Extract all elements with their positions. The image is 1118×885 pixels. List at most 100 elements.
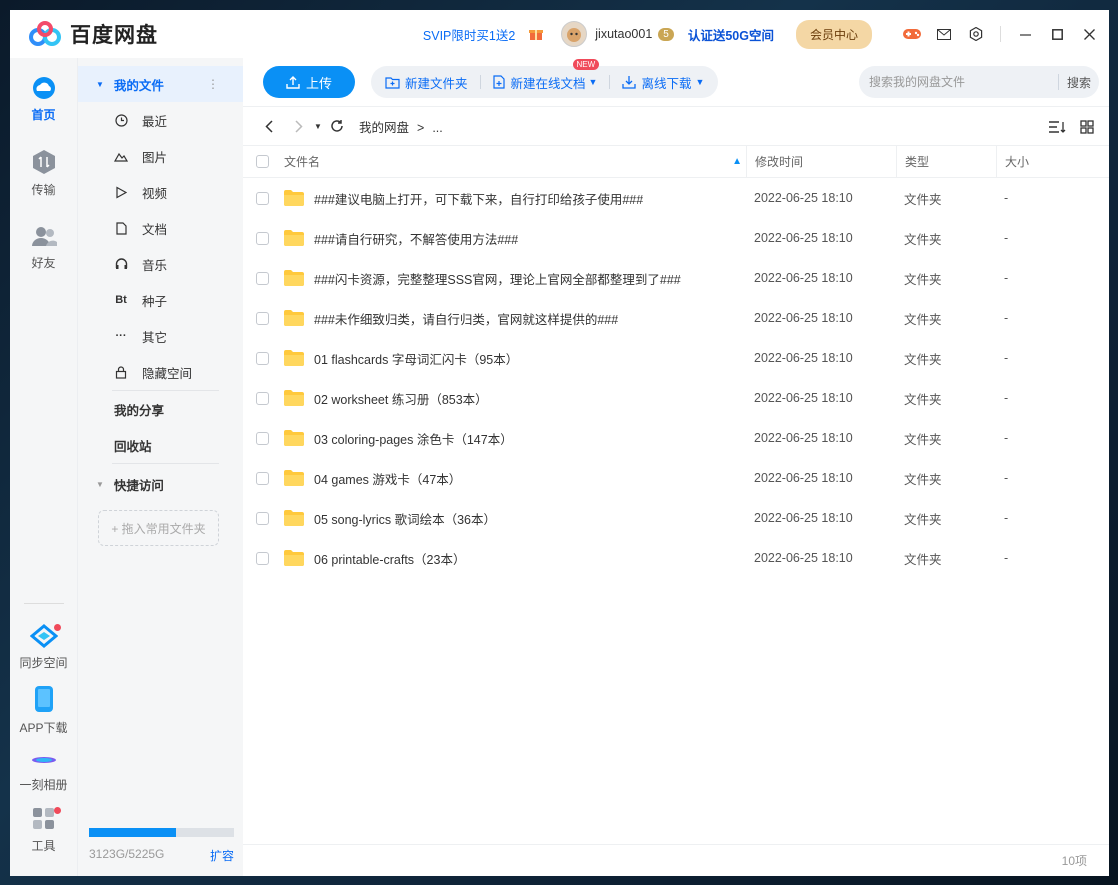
breadcrumb-more[interactable]: ... [432, 121, 442, 135]
sort-ascending-icon[interactable]: ▲ [732, 156, 742, 167]
file-name[interactable]: ###未作细致归类，请自行归类，官网就这样提供的### [314, 309, 618, 328]
search-input[interactable] [859, 75, 1058, 89]
select-all-checkbox[interactable] [256, 155, 269, 168]
row-checkbox[interactable] [256, 511, 269, 525]
row-checkbox[interactable] [256, 351, 269, 365]
column-header-name[interactable]: 文件名 ▲ [284, 146, 746, 178]
more-vertical-icon[interactable]: ⋮ [207, 77, 219, 91]
table-row[interactable]: ###建议电脑上打开，可下载下来，自行打印给孩子使用### 2022-06-25 … [243, 178, 1109, 218]
file-name-cell[interactable]: ###请自行研究，不解答使用方法### [284, 229, 746, 248]
minimize-button[interactable] [1009, 10, 1041, 58]
sidebar-item-documents[interactable]: 文档 [78, 210, 243, 246]
table-row[interactable]: ###请自行研究，不解答使用方法### 2022-06-25 18:10 文件夹 - [243, 218, 1109, 258]
file-name[interactable]: 03 coloring-pages 涂色卡（147本） [314, 429, 513, 448]
rail-sync-space[interactable]: 同步空间 [10, 624, 77, 671]
sidebar-item-hidden-space[interactable]: 隐藏空间 [78, 354, 243, 390]
file-name[interactable]: ###闪卡资源，完整整理SSS官网，理论上官网全部都整理到了### [314, 269, 681, 288]
settings-gear-icon[interactable] [960, 10, 992, 58]
sidebar-item-my-share[interactable]: 我的分享 [78, 391, 243, 427]
file-name-cell[interactable]: 01 flashcards 字母词汇闪卡（95本） [284, 349, 746, 368]
avatar[interactable] [561, 21, 588, 47]
gift-icon[interactable] [529, 27, 544, 41]
modified-time: 2022-06-25 18:10 [754, 551, 853, 565]
quick-access-drop-zone[interactable]: + 拖入常用文件夹 [98, 510, 219, 546]
file-name[interactable]: 06 printable-crafts（23本） [314, 549, 465, 568]
grid-view-icon[interactable] [1075, 115, 1099, 139]
chevron-down-icon[interactable]: ▼ [589, 77, 598, 87]
sidebar-item-music[interactable]: 音乐 [78, 246, 243, 282]
maximize-button[interactable] [1041, 10, 1073, 58]
close-button[interactable] [1073, 10, 1105, 58]
chevron-down-icon[interactable]: ▼ [695, 77, 704, 87]
row-checkbox[interactable] [256, 551, 269, 565]
caret-down-icon[interactable]: ▼ [96, 80, 104, 89]
rail-album[interactable]: 一刻相册 [10, 750, 77, 793]
username[interactable]: jixutao001 [595, 27, 652, 41]
file-name[interactable]: ###请自行研究，不解答使用方法### [314, 229, 518, 248]
offline-download-button[interactable]: 离线下载 ▼ [622, 73, 704, 92]
sidebar-item-torrents[interactable]: Bt 种子 [78, 282, 243, 318]
mail-icon[interactable] [928, 10, 960, 58]
row-checkbox[interactable] [256, 231, 269, 245]
game-icon[interactable] [896, 10, 928, 58]
table-row[interactable]: 03 coloring-pages 涂色卡（147本） 2022-06-25 18… [243, 418, 1109, 458]
row-checkbox[interactable] [256, 271, 269, 285]
rail-transfer[interactable]: 传输 [10, 149, 77, 198]
expand-storage-link[interactable]: 扩容 [210, 847, 234, 864]
row-checkbox[interactable] [256, 471, 269, 485]
forward-button[interactable] [287, 114, 311, 138]
rail-tools[interactable]: 工具 [10, 807, 77, 854]
search-button[interactable]: 搜索 [1059, 74, 1099, 91]
new-folder-button[interactable]: 新建文件夹 [385, 73, 468, 92]
table-row[interactable]: ###未作细致归类，请自行归类，官网就这样提供的### 2022-06-25 18… [243, 298, 1109, 338]
sidebar-item-other[interactable]: ··· 其它 [78, 318, 243, 354]
table-row[interactable]: 05 song-lyrics 歌词绘本（36本） 2022-06-25 18:10… [243, 498, 1109, 538]
table-row[interactable]: ###闪卡资源，完整整理SSS官网，理论上官网全部都整理到了### 2022-06… [243, 258, 1109, 298]
table-row[interactable]: 04 games 游戏卡（47本） 2022-06-25 18:10 文件夹 - [243, 458, 1109, 498]
sidebar-my-files[interactable]: ▼ 我的文件 ⋮ [78, 66, 243, 102]
file-size: - [1004, 311, 1009, 325]
table-row[interactable]: 02 worksheet 练习册（853本） 2022-06-25 18:10 文件… [243, 378, 1109, 418]
file-name-cell[interactable]: 04 games 游戏卡（47本） [284, 469, 746, 488]
verify-promo-link[interactable]: 认证送50G空间 [688, 25, 774, 44]
row-checkbox[interactable] [256, 191, 269, 205]
column-header-time[interactable]: 修改时间 [746, 145, 896, 178]
file-name-cell[interactable]: 05 song-lyrics 歌词绘本（36本） [284, 509, 746, 528]
refresh-button[interactable] [325, 114, 349, 138]
sidebar-quick-access[interactable]: ▼ 快捷访问 [78, 464, 243, 504]
file-name-cell[interactable]: ###建议电脑上打开，可下载下来，自行打印给孩子使用### [284, 189, 746, 208]
column-header-type[interactable]: 类型 [896, 145, 996, 178]
row-checkbox[interactable] [256, 311, 269, 325]
back-button[interactable] [257, 114, 281, 138]
row-checkbox[interactable] [256, 431, 269, 445]
rail-home[interactable]: 首页 [10, 76, 77, 123]
file-name-cell[interactable]: 02 worksheet 练习册（853本） [284, 389, 746, 408]
file-name[interactable]: ###建议电脑上打开，可下载下来，自行打印给孩子使用### [314, 189, 643, 208]
column-header-size[interactable]: 大小 [996, 145, 1086, 178]
vip-center-button[interactable]: 会员中心 [795, 19, 872, 49]
rail-friends[interactable]: 好友 [10, 224, 77, 271]
file-name-cell[interactable]: ###未作细致归类，请自行归类，官网就这样提供的### [284, 309, 746, 328]
sidebar-item-images[interactable]: 图片 [78, 138, 243, 174]
table-row[interactable]: 06 printable-crafts（23本） 2022-06-25 18:10… [243, 538, 1109, 578]
history-dropdown-icon[interactable]: ▼ [311, 114, 325, 138]
rail-app-download[interactable]: APP下载 [10, 685, 77, 736]
file-name[interactable]: 02 worksheet 练习册（853本） [314, 389, 488, 408]
file-name-cell[interactable]: 03 coloring-pages 涂色卡（147本） [284, 429, 746, 448]
upload-button[interactable]: 上传 [263, 66, 355, 98]
file-name-cell[interactable]: 06 printable-crafts（23本） [284, 549, 746, 568]
caret-down-icon[interactable]: ▼ [96, 480, 104, 489]
file-name[interactable]: 01 flashcards 字母词汇闪卡（95本） [314, 349, 518, 368]
svip-promo-link[interactable]: SVIP限时买1送2 [423, 25, 515, 44]
file-name[interactable]: 05 song-lyrics 歌词绘本（36本） [314, 509, 496, 528]
table-row[interactable]: 01 flashcards 字母词汇闪卡（95本） 2022-06-25 18:1… [243, 338, 1109, 378]
sidebar-item-videos[interactable]: 视频 [78, 174, 243, 210]
file-name[interactable]: 04 games 游戏卡（47本） [314, 469, 461, 488]
sidebar-item-recycle-bin[interactable]: 回收站 [78, 427, 243, 463]
new-online-doc-button[interactable]: NEW 新建在线文档 ▼ [492, 58, 600, 92]
breadcrumb-root[interactable]: 我的网盘 [359, 121, 409, 135]
sort-list-icon[interactable] [1045, 115, 1069, 139]
file-name-cell[interactable]: ###闪卡资源，完整整理SSS官网，理论上官网全部都整理到了### [284, 269, 746, 288]
sidebar-item-recent[interactable]: 最近 [78, 102, 243, 138]
row-checkbox[interactable] [256, 391, 269, 405]
